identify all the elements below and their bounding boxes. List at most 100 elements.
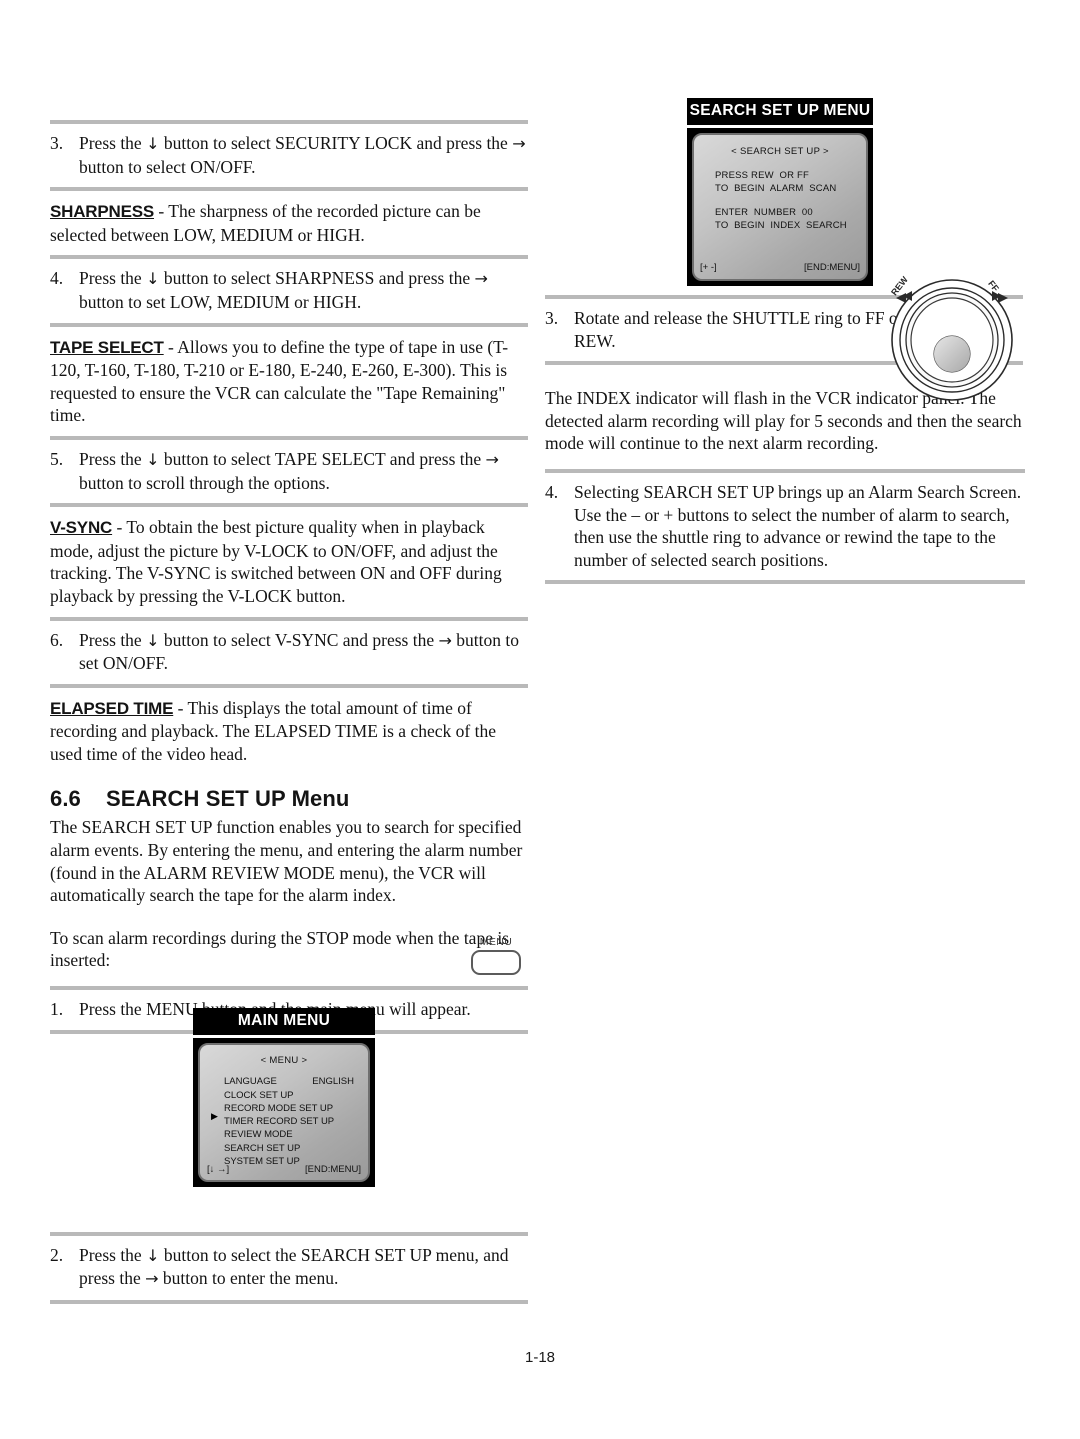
divider: [50, 1299, 528, 1304]
main-menu-graphic: MAIN MENU < MENU > LANGUAGE ENGLISH CLOCK …: [193, 1008, 375, 1187]
step-5: 5. Press the ↓ button to select TAPE SELE…: [50, 448, 528, 494]
search-setup-line-2: TO BEGIN ALARM SCAN: [715, 183, 837, 194]
manual-page: 3. Press the ↓ button to select SECURITY …: [0, 0, 1080, 1439]
main-menu-item-label: LANGUAGE: [224, 1076, 277, 1088]
tape-select-paragraph: TAPE SELECT - Allows you to define the t…: [50, 336, 528, 427]
step-5-text-c: button to scroll through the options.: [79, 472, 330, 493]
vsync-term: V-SYNC: [50, 518, 113, 538]
main-menu-item-label: REVIEW MODE: [224, 1129, 293, 1141]
main-menu-footer-right: [END:MENU]: [305, 1163, 361, 1175]
search-setup-line-4: TO BEGIN INDEX SEARCH: [715, 220, 847, 231]
main-menu-screen: < MENU > LANGUAGE ENGLISH CLOCK SET UP RECO…: [198, 1043, 370, 1182]
main-menu-item[interactable]: CLOCK SET UP: [224, 1089, 368, 1102]
main-menu-items: LANGUAGE ENGLISH CLOCK SET UP RECORD MODE S…: [200, 1075, 368, 1168]
page-number: 1-18: [524, 1349, 556, 1366]
section-heading: 6.6 SEARCH SET UP Menu: [50, 786, 528, 812]
step-3-text-b: button to select SECURITY LOCK and press…: [159, 133, 513, 153]
main-menu-footer-left: [↓ →]: [207, 1163, 230, 1175]
right-step-3-number: 3.: [545, 308, 559, 328]
right-step-3-text: Rotate and release the SHUTTLE ring to F…: [574, 308, 904, 351]
search-setup-footer-left: [+ -]: [700, 262, 717, 273]
main-menu-item[interactable]: REVIEW MODE: [224, 1128, 368, 1141]
step-2-text-c: button to enter the menu.: [158, 1268, 339, 1289]
main-menu-item[interactable]: SEARCH SET UP: [224, 1142, 368, 1155]
search-setup-line-3: ENTER NUMBER 00: [715, 207, 813, 218]
main-menu-item-label: TIMER RECORD SET UP: [224, 1116, 335, 1128]
step-5-block: 5. Press the ↓ button to select TAPE SELE…: [50, 440, 528, 503]
search-setup-menu-frame: < SEARCH SET UP > PRESS REW OR FF TO BEG…: [687, 128, 873, 286]
step-4-block: 4. Press the ↓ button to select SHARPNESS…: [50, 259, 528, 322]
right-step-4-block: 4. Selecting SEARCH SET UP brings up an A…: [545, 473, 1025, 580]
divider: [545, 580, 1025, 585]
right-step-4-number: 4.: [545, 481, 559, 502]
step-4-text-a: Press the: [79, 268, 147, 289]
step-5-text-b: button to select TAPE SELECT and press t…: [159, 448, 486, 469]
main-menu-footer: [↓ →] [END:MENU]: [200, 1163, 368, 1176]
section-paragraph-1: The SEARCH SET UP function enables you t…: [50, 817, 523, 906]
shuttle-ring-svg: [891, 279, 1013, 401]
menu-button-graphic: MENU: [466, 936, 526, 975]
search-setup-menu-footer: [+ -] [END:MENU]: [694, 261, 866, 274]
down-arrow-icon: ↓: [146, 449, 160, 469]
step-4-number: 4.: [50, 268, 64, 289]
step-3-number: 3.: [50, 133, 64, 153]
right-step-4-text: Selecting SEARCH SET UP brings up an Ala…: [574, 481, 1022, 570]
search-setup-footer-right: [END:MENU]: [804, 262, 860, 273]
step-5-text-a: Press the: [79, 448, 147, 469]
vsync-block: V-SYNC - To obtain the best picture qual…: [50, 507, 528, 616]
sharpness-block: SHARPNESS - The sharpness of the recorde…: [50, 191, 528, 255]
sharpness-term: SHARPNESS: [50, 202, 155, 222]
main-menu-item-label: SEARCH SET UP: [224, 1142, 301, 1154]
down-arrow-icon: ↓: [146, 1245, 160, 1265]
right-arrow-icon: →: [474, 269, 488, 289]
search-setup-menu-graphic: SEARCH SET UP MENU < SEARCH SET UP > PRE…: [687, 98, 873, 286]
step-2-number: 2.: [50, 1244, 64, 1265]
step-6-text-a: Press the: [79, 629, 147, 650]
menu-button-label: MENU: [479, 936, 513, 948]
search-setup-menu-title: SEARCH SET UP MENU: [687, 98, 873, 125]
search-setup-menu-body: PRESS REW OR FF TO BEGIN ALARM SCAN ENTE…: [694, 169, 866, 232]
step-2: 2. Press the ↓ button to select the SEARC…: [50, 1244, 528, 1291]
main-menu-item[interactable]: RECORD MODE SET UP: [224, 1102, 368, 1115]
menu-button-shape[interactable]: [471, 950, 521, 975]
elapsed-time-term: ELAPSED TIME: [50, 698, 174, 718]
main-menu-item-value: ENGLISH: [312, 1076, 354, 1088]
step-2-block: 2. Press the ↓ button to select the SEARC…: [50, 1236, 528, 1300]
elapsed-time-paragraph: ELAPSED TIME - This displays the total a…: [50, 697, 528, 766]
right-step-3: 3. Rotate and release the SHUTTLE ring to…: [545, 307, 904, 352]
search-setup-menu-header: < SEARCH SET UP >: [731, 146, 829, 157]
step-6: 6. Press the ↓ button to select V-SYNC an…: [50, 629, 528, 675]
vsync-body: - To obtain the best picture quality whe…: [50, 517, 502, 606]
main-menu-item-label: CLOCK SET UP: [224, 1089, 294, 1101]
step-3-block: 3. Press the ↓ button to select SECURITY …: [50, 124, 528, 187]
section-paragraph-2: To scan alarm recordings during the STOP…: [50, 927, 510, 971]
main-menu-item-label: RECORD MODE SET UP: [224, 1102, 334, 1114]
step-1-number: 1.: [50, 999, 64, 1020]
right-arrow-icon: →: [485, 449, 499, 469]
step-4-text-b: button to select SHARPNESS and press the: [159, 268, 475, 289]
section-number: 6.6: [50, 786, 81, 812]
main-menu-item[interactable]: LANGUAGE ENGLISH: [224, 1075, 368, 1088]
step-3-text-c: button to select ON/OFF.: [79, 156, 256, 177]
right-arrow-icon: →: [438, 630, 452, 650]
step-4-text-c: button to set LOW, MEDIUM or HIGH.: [79, 291, 362, 312]
step-6-block: 6. Press the ↓ button to select V-SYNC an…: [50, 621, 528, 684]
elapsed-time-block: ELAPSED TIME - This displays the total a…: [50, 688, 528, 775]
vsync-paragraph: V-SYNC - To obtain the best picture qual…: [50, 516, 528, 607]
main-menu-title: MAIN MENU: [193, 1008, 375, 1035]
right-step-4: 4. Selecting SEARCH SET UP brings up an A…: [545, 481, 1025, 571]
search-setup-menu-screen: < SEARCH SET UP > PRESS REW OR FF TO BEG…: [692, 133, 868, 281]
step-6-text-b: button to select V-SYNC and press the: [159, 629, 439, 650]
down-arrow-icon: ↓: [146, 269, 160, 289]
main-menu-header: < MENU >: [260, 1055, 308, 1066]
main-menu-item[interactable]: TIMER RECORD SET UP: [224, 1115, 368, 1128]
step-6-number: 6.: [50, 629, 64, 650]
tape-select-term: TAPE SELECT: [50, 337, 164, 357]
main-menu-frame: < MENU > LANGUAGE ENGLISH CLOCK SET UP RECO…: [193, 1038, 375, 1187]
step-4: 4. Press the ↓ button to select SHARPNESS…: [50, 267, 528, 313]
section-title: SEARCH SET UP Menu: [106, 786, 350, 812]
right-arrow-icon: →: [145, 1269, 159, 1289]
step-3-text-a: Press the: [79, 133, 147, 153]
cursor-arrow-icon: ▶: [211, 1111, 218, 1121]
